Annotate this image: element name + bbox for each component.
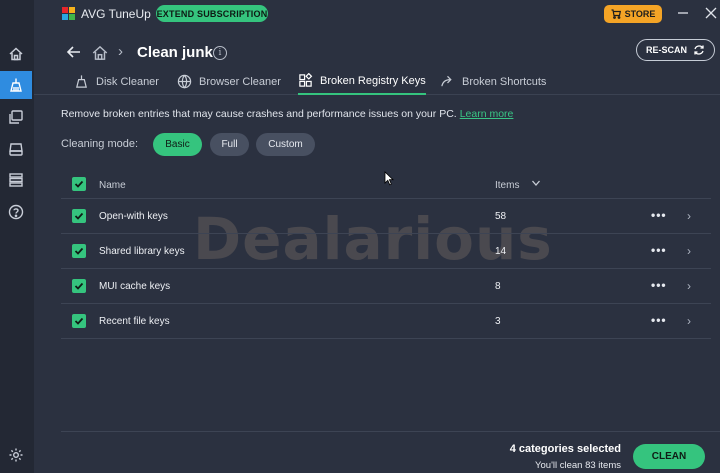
tab-broken-shortcuts[interactable]: Broken Shortcuts bbox=[440, 68, 546, 95]
items-to-clean: You'll clean 83 items bbox=[535, 460, 621, 471]
sort-chevron-down-icon[interactable] bbox=[531, 178, 541, 188]
items-column-header[interactable]: Items bbox=[495, 180, 519, 191]
cart-icon bbox=[611, 9, 621, 19]
name-column-header[interactable]: Name bbox=[99, 180, 126, 191]
footer: 4 categories selected You'll clean 83 it… bbox=[61, 431, 720, 473]
clean-button[interactable]: CLEAN bbox=[633, 444, 705, 469]
cleaning-mode-label: Cleaning mode: bbox=[61, 138, 139, 150]
check-icon bbox=[74, 180, 84, 188]
selected-count: 4 categories selected bbox=[509, 443, 621, 455]
minimize-button[interactable] bbox=[674, 4, 692, 22]
chevron-right-icon[interactable]: › bbox=[687, 209, 691, 223]
check-icon bbox=[74, 282, 84, 290]
description-text: Remove broken entries that may cause cra… bbox=[61, 108, 457, 120]
tab-label: Browser Cleaner bbox=[199, 75, 281, 88]
chevron-right-icon[interactable]: › bbox=[687, 244, 691, 258]
close-button[interactable] bbox=[702, 4, 720, 22]
description: Remove broken entries that may cause cra… bbox=[61, 108, 513, 120]
store-button[interactable]: STORE bbox=[604, 5, 662, 23]
broom-icon bbox=[10, 78, 22, 92]
home-icon bbox=[9, 47, 23, 61]
check-icon bbox=[74, 317, 84, 325]
globe-icon bbox=[177, 74, 192, 89]
check-icon bbox=[74, 247, 84, 255]
select-all-checkbox[interactable] bbox=[72, 177, 86, 191]
tab-label: Broken Registry Keys bbox=[320, 74, 426, 87]
tab-disk-cleaner[interactable]: Disk Cleaner bbox=[74, 68, 159, 95]
more-options-icon[interactable]: ••• bbox=[651, 313, 667, 327]
back-arrow-icon[interactable] bbox=[66, 44, 82, 65]
list-icon bbox=[9, 173, 23, 187]
learn-more-link[interactable]: Learn more bbox=[460, 108, 514, 120]
row-name: MUI cache keys bbox=[99, 281, 171, 292]
chevron-right-icon[interactable]: › bbox=[687, 279, 691, 293]
layers-icon bbox=[9, 110, 23, 124]
tab-broken-registry-keys[interactable]: Broken Registry Keys bbox=[298, 68, 426, 95]
tab-browser-cleaner[interactable]: Browser Cleaner bbox=[177, 68, 281, 95]
tab-label: Broken Shortcuts bbox=[462, 75, 547, 88]
check-icon bbox=[74, 212, 84, 220]
close-icon bbox=[705, 7, 717, 19]
chevron-right-icon[interactable]: › bbox=[687, 314, 691, 328]
mode-full-button[interactable]: Full bbox=[210, 133, 249, 156]
row-checkbox[interactable] bbox=[72, 244, 86, 258]
row-name: Recent file keys bbox=[99, 316, 170, 327]
breadcrumb-home-icon[interactable] bbox=[91, 44, 109, 62]
more-options-icon[interactable]: ••• bbox=[651, 208, 667, 222]
more-options-icon[interactable]: ••• bbox=[651, 278, 667, 292]
page-header: › Clean junk i RE-SCAN bbox=[34, 38, 720, 68]
rescan-label: RE-SCAN bbox=[645, 45, 687, 55]
row-checkbox[interactable] bbox=[72, 209, 86, 223]
extend-subscription-button[interactable]: EXTEND SUBSCRIPTION bbox=[156, 5, 268, 22]
settings-icon bbox=[9, 448, 23, 462]
more-options-icon[interactable]: ••• bbox=[651, 243, 667, 257]
sidebar-item-drive[interactable] bbox=[0, 135, 32, 163]
tab-label: Disk Cleaner bbox=[96, 75, 159, 88]
row-checkbox[interactable] bbox=[72, 279, 86, 293]
table-row[interactable]: Recent file keys 3 ••• › bbox=[61, 304, 711, 339]
mode-custom-button[interactable]: Custom bbox=[256, 133, 315, 156]
help-icon bbox=[8, 204, 24, 220]
page-title: Clean junk bbox=[137, 44, 213, 61]
mode-basic-button[interactable]: Basic bbox=[153, 133, 202, 156]
sidebar-item-apps[interactable] bbox=[0, 103, 32, 131]
row-name: Shared library keys bbox=[99, 246, 185, 257]
table-row[interactable]: Open-with keys 58 ••• › bbox=[61, 199, 711, 234]
mouse-cursor-icon bbox=[384, 171, 394, 186]
row-items: 3 bbox=[495, 316, 501, 327]
store-label: STORE bbox=[624, 9, 656, 19]
app-title: AVG TuneUp bbox=[81, 7, 151, 21]
avg-logo-icon bbox=[62, 7, 75, 20]
sidebar-item-list[interactable] bbox=[0, 166, 32, 194]
breadcrumb-chevron-icon: › bbox=[118, 43, 123, 60]
sidebar-item-settings[interactable] bbox=[0, 441, 32, 469]
rescan-button[interactable]: RE-SCAN bbox=[636, 39, 715, 61]
row-checkbox[interactable] bbox=[72, 314, 86, 328]
minimize-icon bbox=[678, 12, 688, 14]
table-row[interactable]: MUI cache keys 8 ••• › bbox=[61, 269, 711, 304]
row-name: Open-with keys bbox=[99, 211, 168, 222]
row-items: 8 bbox=[495, 281, 501, 292]
broom-icon bbox=[76, 75, 87, 88]
row-items: 14 bbox=[495, 246, 507, 257]
sidebar-item-clean-junk[interactable] bbox=[0, 71, 32, 99]
row-items: 58 bbox=[495, 211, 507, 222]
info-icon[interactable]: i bbox=[213, 46, 227, 60]
sidebar bbox=[0, 0, 34, 473]
refresh-icon bbox=[694, 45, 704, 55]
blocks-icon bbox=[299, 73, 313, 87]
shortcut-arrow-icon bbox=[441, 75, 452, 87]
title-bar: AVG TuneUp EXTEND SUBSCRIPTION STORE bbox=[34, 0, 720, 28]
sidebar-item-home[interactable] bbox=[0, 40, 32, 68]
tab-bar: Disk Cleaner Browser Cleaner Broken Regi… bbox=[34, 68, 720, 95]
table-row[interactable]: Shared library keys 14 ••• › bbox=[61, 234, 711, 269]
sidebar-item-help[interactable] bbox=[0, 198, 32, 226]
drive-icon bbox=[9, 143, 23, 156]
